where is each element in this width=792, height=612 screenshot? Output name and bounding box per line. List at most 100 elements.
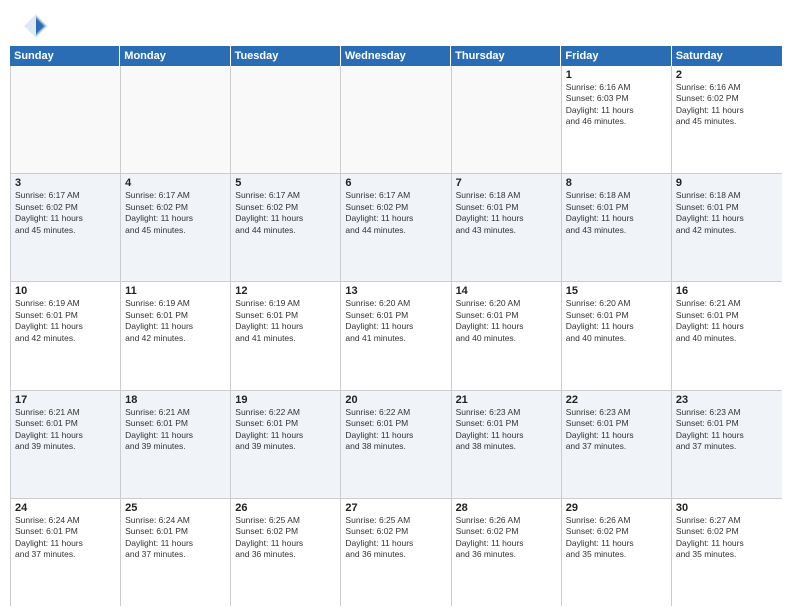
day-number: 14 <box>456 285 557 297</box>
day-info: Sunrise: 6:18 AM Sunset: 6:01 PM Dayligh… <box>456 190 557 236</box>
day-info: Sunrise: 6:18 AM Sunset: 6:01 PM Dayligh… <box>566 190 667 236</box>
day-header-thursday: Thursday <box>451 46 561 66</box>
calendar-row: 3 Sunrise: 6:17 AM Sunset: 6:02 PM Daylig… <box>11 174 782 282</box>
calendar-cell <box>341 66 451 173</box>
calendar-cell <box>452 66 562 173</box>
day-info: Sunrise: 6:21 AM Sunset: 6:01 PM Dayligh… <box>676 298 778 344</box>
calendar-cell: 30Sunrise: 6:27 AM Sunset: 6:02 PM Dayli… <box>672 499 782 606</box>
day-number: 9 <box>676 177 778 189</box>
calendar-cell: 5Sunrise: 6:17 AM Sunset: 6:02 PM Daylig… <box>231 174 341 281</box>
calendar-cell: 16Sunrise: 6:21 AM Sunset: 6:01 PM Dayli… <box>672 282 782 389</box>
day-number: 2 <box>676 69 778 81</box>
day-number: 7 <box>456 177 557 189</box>
day-number: 27 <box>345 502 446 514</box>
day-info: Sunrise: 6:23 AM Sunset: 6:01 PM Dayligh… <box>676 407 778 453</box>
day-number: 20 <box>345 394 446 406</box>
calendar-cell <box>121 66 231 173</box>
calendar-row: 24Sunrise: 6:24 AM Sunset: 6:01 PM Dayli… <box>11 499 782 606</box>
calendar-cell: 7Sunrise: 6:18 AM Sunset: 6:01 PM Daylig… <box>452 174 562 281</box>
calendar-cell: 21Sunrise: 6:23 AM Sunset: 6:01 PM Dayli… <box>452 391 562 498</box>
day-number: 22 <box>566 394 667 406</box>
day-number: 13 <box>345 285 446 297</box>
calendar-cell <box>11 66 121 173</box>
day-info: Sunrise: 6:26 AM Sunset: 6:02 PM Dayligh… <box>566 515 667 561</box>
calendar-cell: 25Sunrise: 6:24 AM Sunset: 6:01 PM Dayli… <box>121 499 231 606</box>
day-header-saturday: Saturday <box>672 46 782 66</box>
day-info: Sunrise: 6:26 AM Sunset: 6:02 PM Dayligh… <box>456 515 557 561</box>
calendar-cell: 28Sunrise: 6:26 AM Sunset: 6:02 PM Dayli… <box>452 499 562 606</box>
calendar-cell: 29Sunrise: 6:26 AM Sunset: 6:02 PM Dayli… <box>562 499 672 606</box>
calendar-cell: 14Sunrise: 6:20 AM Sunset: 6:01 PM Dayli… <box>452 282 562 389</box>
day-header-tuesday: Tuesday <box>231 46 341 66</box>
day-header-friday: Friday <box>561 46 671 66</box>
day-number: 30 <box>676 502 778 514</box>
day-number: 1 <box>566 69 667 81</box>
calendar-cell <box>231 66 341 173</box>
calendar-cell: 10Sunrise: 6:19 AM Sunset: 6:01 PM Dayli… <box>11 282 121 389</box>
calendar-cell: 11Sunrise: 6:19 AM Sunset: 6:01 PM Dayli… <box>121 282 231 389</box>
day-number: 19 <box>235 394 336 406</box>
day-info: Sunrise: 6:21 AM Sunset: 6:01 PM Dayligh… <box>15 407 116 453</box>
calendar-cell: 3Sunrise: 6:17 AM Sunset: 6:02 PM Daylig… <box>11 174 121 281</box>
day-header-wednesday: Wednesday <box>341 46 451 66</box>
day-header-monday: Monday <box>120 46 230 66</box>
day-info: Sunrise: 6:17 AM Sunset: 6:02 PM Dayligh… <box>125 190 226 236</box>
calendar-cell: 9Sunrise: 6:18 AM Sunset: 6:01 PM Daylig… <box>672 174 782 281</box>
day-info: Sunrise: 6:24 AM Sunset: 6:01 PM Dayligh… <box>125 515 226 561</box>
day-number: 25 <box>125 502 226 514</box>
header <box>0 0 792 46</box>
calendar-cell: 2Sunrise: 6:16 AM Sunset: 6:02 PM Daylig… <box>672 66 782 173</box>
day-info: Sunrise: 6:22 AM Sunset: 6:01 PM Dayligh… <box>235 407 336 453</box>
day-number: 23 <box>676 394 778 406</box>
day-number: 5 <box>235 177 336 189</box>
day-number: 24 <box>15 502 116 514</box>
day-number: 17 <box>15 394 116 406</box>
logo-icon <box>22 12 50 40</box>
day-info: Sunrise: 6:23 AM Sunset: 6:01 PM Dayligh… <box>566 407 667 453</box>
day-info: Sunrise: 6:19 AM Sunset: 6:01 PM Dayligh… <box>125 298 226 344</box>
day-info: Sunrise: 6:22 AM Sunset: 6:01 PM Dayligh… <box>345 407 446 453</box>
calendar-cell: 12Sunrise: 6:19 AM Sunset: 6:01 PM Dayli… <box>231 282 341 389</box>
calendar-cell: 6Sunrise: 6:17 AM Sunset: 6:02 PM Daylig… <box>341 174 451 281</box>
day-info: Sunrise: 6:24 AM Sunset: 6:01 PM Dayligh… <box>15 515 116 561</box>
calendar-cell: 1Sunrise: 6:16 AM Sunset: 6:03 PM Daylig… <box>562 66 672 173</box>
day-number: 15 <box>566 285 667 297</box>
calendar-cell: 24Sunrise: 6:24 AM Sunset: 6:01 PM Dayli… <box>11 499 121 606</box>
page: SundayMondayTuesdayWednesdayThursdayFrid… <box>0 0 792 612</box>
day-info: Sunrise: 6:17 AM Sunset: 6:02 PM Dayligh… <box>345 190 446 236</box>
day-info: Sunrise: 6:23 AM Sunset: 6:01 PM Dayligh… <box>456 407 557 453</box>
day-info: Sunrise: 6:19 AM Sunset: 6:01 PM Dayligh… <box>235 298 336 344</box>
calendar-cell: 19Sunrise: 6:22 AM Sunset: 6:01 PM Dayli… <box>231 391 341 498</box>
day-info: Sunrise: 6:21 AM Sunset: 6:01 PM Dayligh… <box>125 407 226 453</box>
day-info: Sunrise: 6:25 AM Sunset: 6:02 PM Dayligh… <box>235 515 336 561</box>
calendar-row: 1Sunrise: 6:16 AM Sunset: 6:03 PM Daylig… <box>11 66 782 174</box>
day-info: Sunrise: 6:16 AM Sunset: 6:03 PM Dayligh… <box>566 82 667 128</box>
calendar-cell: 4Sunrise: 6:17 AM Sunset: 6:02 PM Daylig… <box>121 174 231 281</box>
day-number: 6 <box>345 177 446 189</box>
day-number: 28 <box>456 502 557 514</box>
day-number: 29 <box>566 502 667 514</box>
calendar-header: SundayMondayTuesdayWednesdayThursdayFrid… <box>10 46 782 66</box>
calendar-cell: 20Sunrise: 6:22 AM Sunset: 6:01 PM Dayli… <box>341 391 451 498</box>
day-info: Sunrise: 6:16 AM Sunset: 6:02 PM Dayligh… <box>676 82 778 128</box>
day-number: 26 <box>235 502 336 514</box>
calendar-cell: 26Sunrise: 6:25 AM Sunset: 6:02 PM Dayli… <box>231 499 341 606</box>
calendar-cell: 18Sunrise: 6:21 AM Sunset: 6:01 PM Dayli… <box>121 391 231 498</box>
day-header-sunday: Sunday <box>10 46 120 66</box>
day-number: 16 <box>676 285 778 297</box>
calendar: SundayMondayTuesdayWednesdayThursdayFrid… <box>0 46 792 612</box>
day-number: 8 <box>566 177 667 189</box>
calendar-cell: 8Sunrise: 6:18 AM Sunset: 6:01 PM Daylig… <box>562 174 672 281</box>
calendar-row: 17Sunrise: 6:21 AM Sunset: 6:01 PM Dayli… <box>11 391 782 499</box>
day-info: Sunrise: 6:19 AM Sunset: 6:01 PM Dayligh… <box>15 298 116 344</box>
calendar-row: 10Sunrise: 6:19 AM Sunset: 6:01 PM Dayli… <box>11 282 782 390</box>
day-number: 12 <box>235 285 336 297</box>
day-info: Sunrise: 6:27 AM Sunset: 6:02 PM Dayligh… <box>676 515 778 561</box>
day-info: Sunrise: 6:18 AM Sunset: 6:01 PM Dayligh… <box>676 190 778 236</box>
day-info: Sunrise: 6:17 AM Sunset: 6:02 PM Dayligh… <box>235 190 336 236</box>
day-info: Sunrise: 6:25 AM Sunset: 6:02 PM Dayligh… <box>345 515 446 561</box>
day-info: Sunrise: 6:20 AM Sunset: 6:01 PM Dayligh… <box>345 298 446 344</box>
calendar-cell: 15Sunrise: 6:20 AM Sunset: 6:01 PM Dayli… <box>562 282 672 389</box>
day-number: 4 <box>125 177 226 189</box>
day-number: 3 <box>15 177 116 189</box>
